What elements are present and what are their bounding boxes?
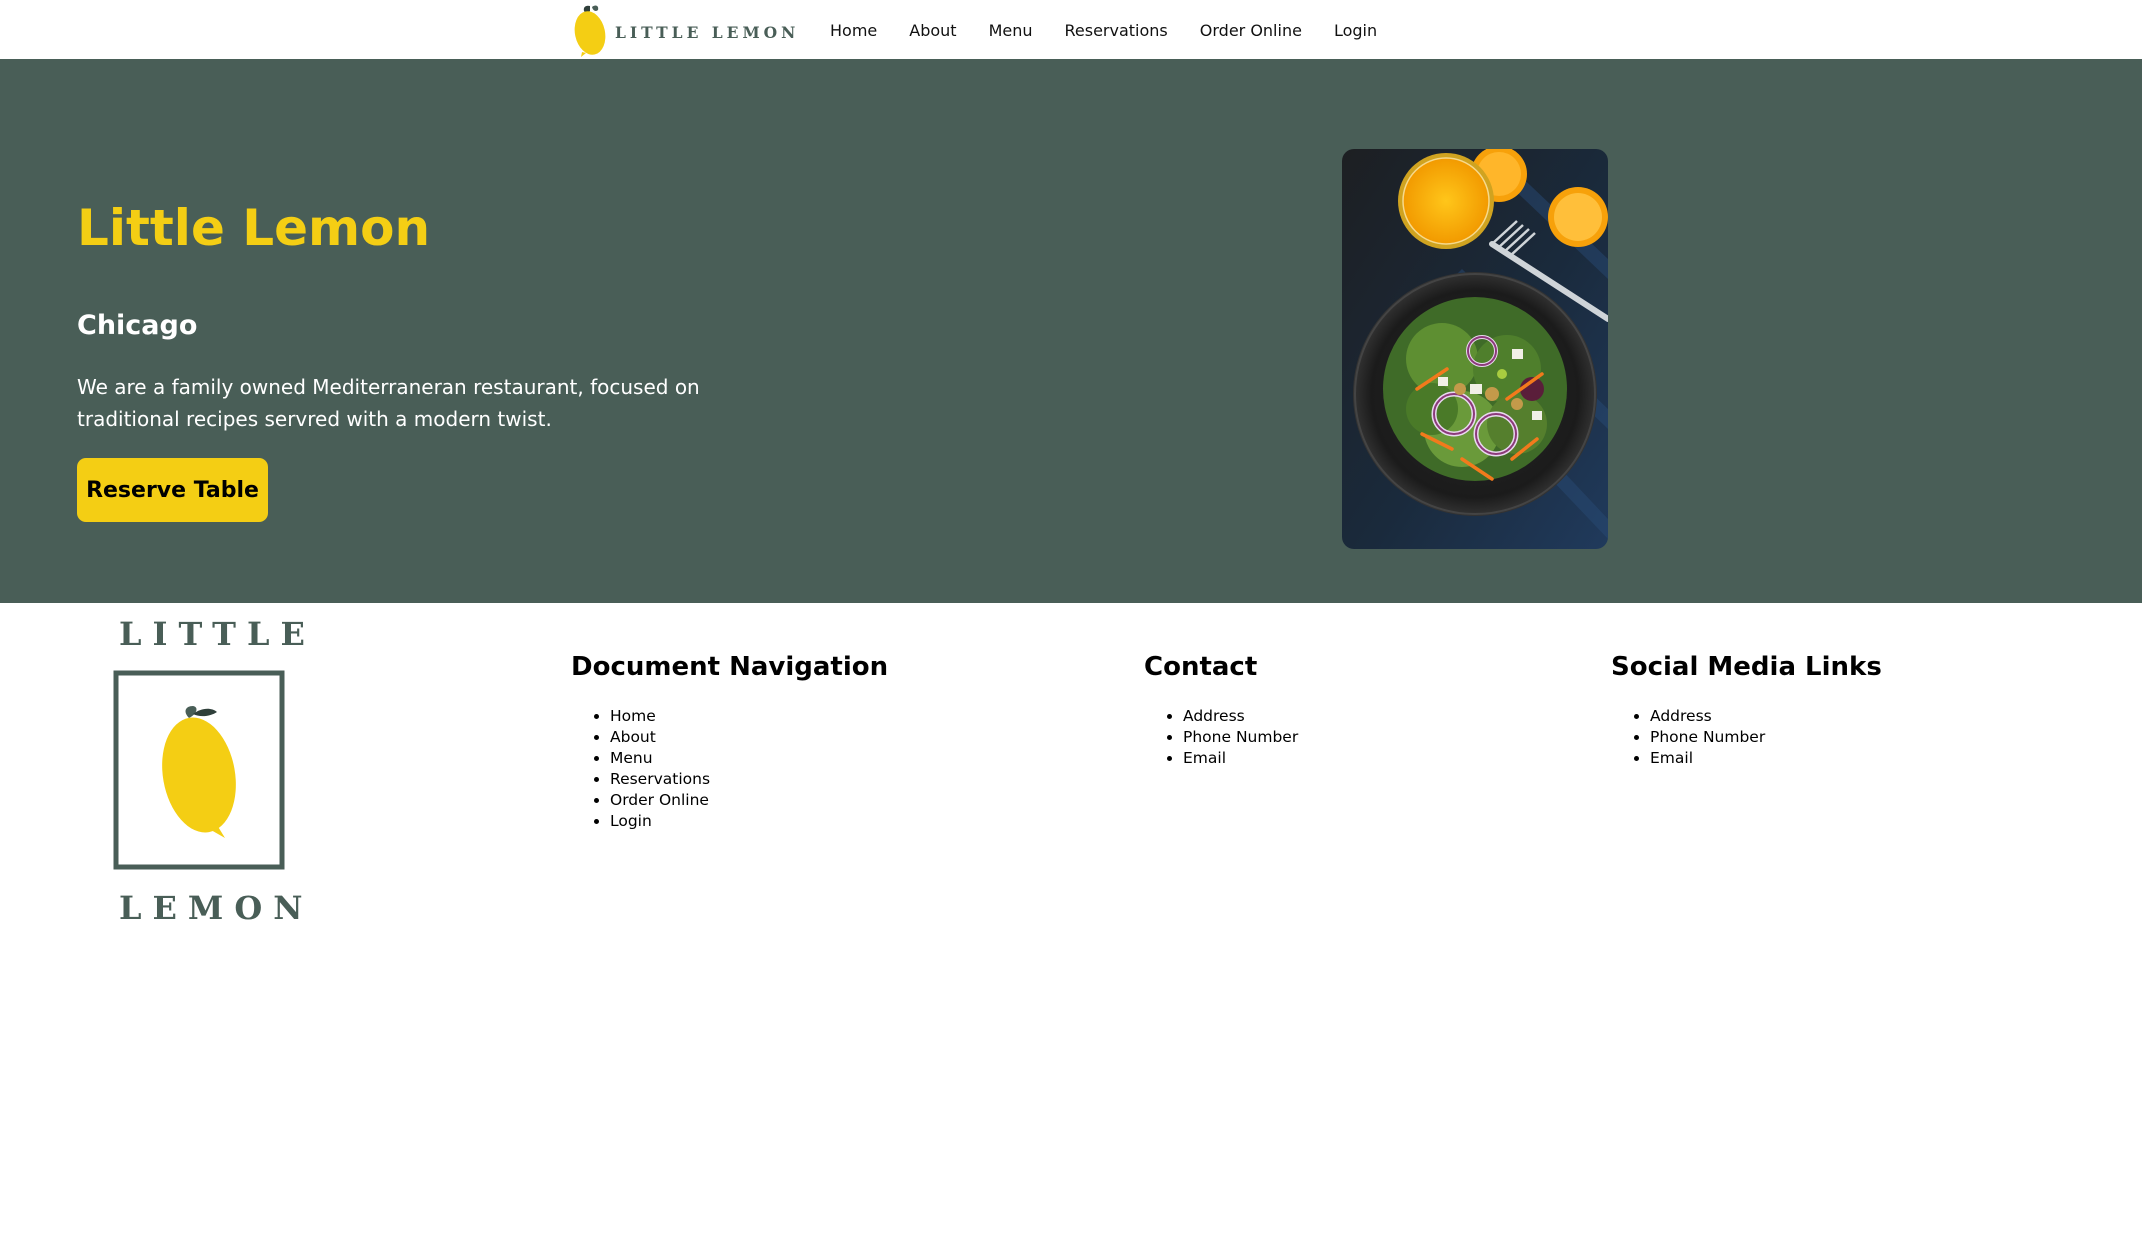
social-email[interactable]: Email — [1650, 749, 1693, 767]
main-nav: Home About Menu Reservations Order Onlin… — [830, 0, 1377, 59]
footer-social-list: Address Phone Number Email — [1611, 706, 1882, 769]
site-header: LITTLE LEMON Home About Menu Reservation… — [0, 0, 2142, 59]
footer-logo[interactable]: LITTLE LEMON — [108, 615, 316, 930]
nav-reservations[interactable]: Reservations — [1065, 21, 1168, 40]
list-item: Reservations — [610, 769, 888, 790]
reserve-table-button[interactable]: Reserve Table — [77, 458, 268, 522]
list-item: Menu — [610, 748, 888, 769]
contact-address[interactable]: Address — [1183, 707, 1245, 725]
nav-about[interactable]: About — [909, 21, 956, 40]
social-phone-number[interactable]: Phone Number — [1650, 728, 1765, 746]
nav-order-online[interactable]: Order Online — [1200, 21, 1302, 40]
list-item: Email — [1183, 748, 1298, 769]
footer-social-heading: Social Media Links — [1611, 652, 1882, 682]
footer-contact-list: Address Phone Number Email — [1144, 706, 1298, 769]
logo-word-lemon: LEMON — [119, 889, 314, 927]
list-item: Address — [1183, 706, 1298, 727]
list-item: Order Online — [610, 790, 888, 811]
footer-nav-list: Home About Menu Reservations Order Onlin… — [571, 706, 888, 832]
footer-social-media: Social Media Links Address Phone Number … — [1611, 652, 1882, 769]
footer-contact: Contact Address Phone Number Email — [1144, 652, 1298, 769]
logo-word-little: LITTLE — [119, 615, 316, 653]
brand-name: LITTLE LEMON — [615, 23, 800, 42]
footer-nav-heading: Document Navigation — [571, 652, 889, 682]
footer-nav-about[interactable]: About — [610, 728, 656, 746]
list-item: About — [610, 727, 888, 748]
contact-phone-number[interactable]: Phone Number — [1183, 728, 1298, 746]
footer-nav-menu[interactable]: Menu — [610, 749, 653, 767]
social-address[interactable]: Address — [1650, 707, 1712, 725]
footer-nav-login[interactable]: Login — [610, 812, 652, 830]
brand-logo[interactable]: LITTLE LEMON — [573, 0, 799, 59]
nav-login[interactable]: Login — [1334, 21, 1377, 40]
lemon-icon — [574, 5, 606, 57]
hero-description: We are a family owned Mediterraneran res… — [77, 375, 700, 431]
footer-nav-order-online[interactable]: Order Online — [610, 791, 709, 809]
footer-nav-reservations[interactable]: Reservations — [610, 770, 710, 788]
list-item: Phone Number — [1650, 727, 1882, 748]
hero-image — [1342, 149, 1608, 549]
nav-menu[interactable]: Menu — [989, 21, 1033, 40]
lemon-logo-icon — [113, 670, 285, 870]
nav-home[interactable]: Home — [830, 21, 877, 40]
list-item: Home — [610, 706, 888, 727]
footer-document-navigation: Document Navigation Home About Menu Rese… — [571, 652, 888, 832]
footer-nav-home[interactable]: Home — [610, 707, 656, 725]
list-item: Address — [1650, 706, 1882, 727]
hero-city: Chicago — [77, 310, 198, 341]
salad-photo-icon — [1342, 149, 1608, 549]
footer-contact-heading: Contact — [1144, 652, 1258, 682]
list-item: Login — [610, 811, 888, 832]
hero-title: Little Lemon — [77, 199, 431, 257]
hero-section: Little Lemon Chicago We are a family own… — [0, 59, 2142, 603]
contact-email[interactable]: Email — [1183, 749, 1226, 767]
list-item: Phone Number — [1183, 727, 1298, 748]
list-item: Email — [1650, 748, 1882, 769]
